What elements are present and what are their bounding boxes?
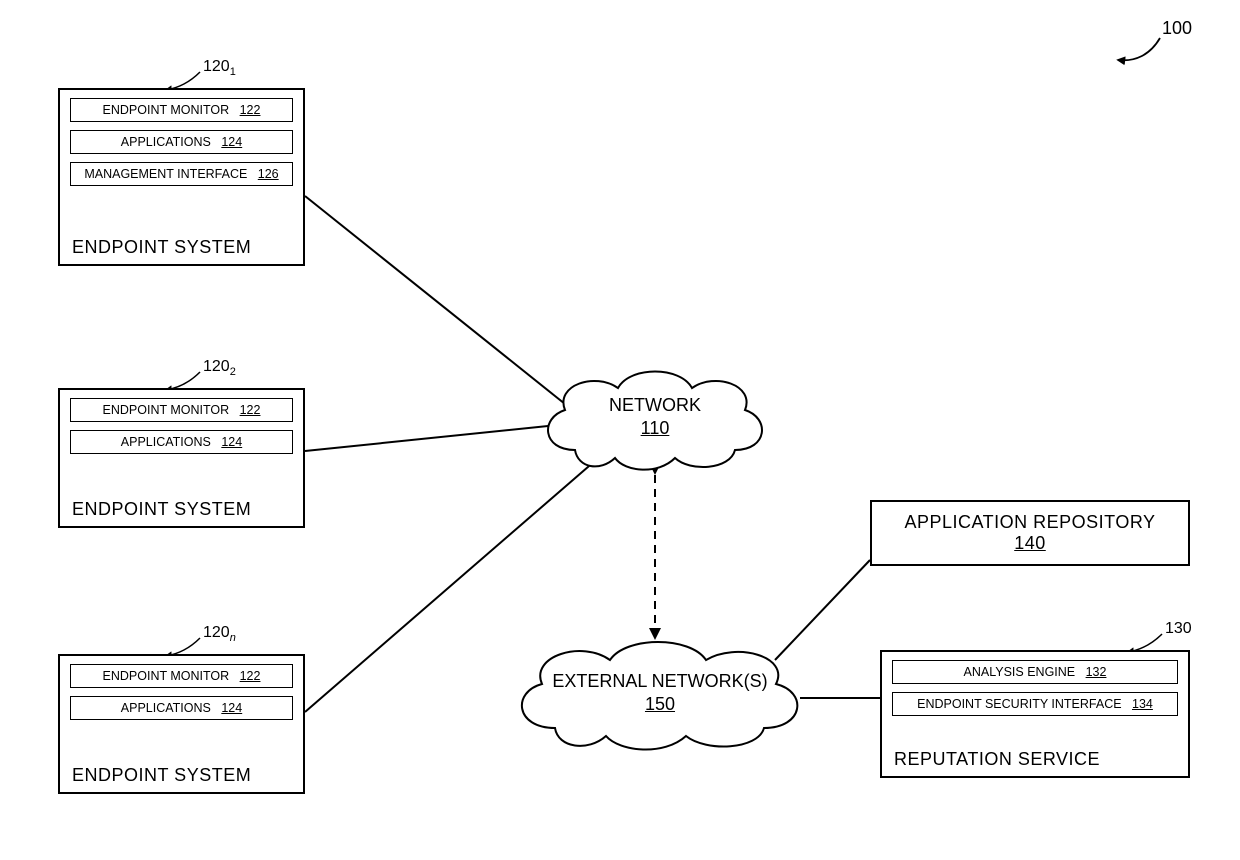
endpointN-ref-subscript: n [230, 632, 236, 644]
reputation-reference-leader: 130 [1165, 620, 1192, 638]
reputation-title: REPUTATION SERVICE [894, 749, 1100, 770]
endpointN-ref-number: 120 [203, 624, 230, 641]
endpoint1-apps-box: APPLICATIONS 124 [70, 130, 293, 154]
figure-reference-text: 100 [1162, 18, 1192, 38]
endpoint1-ref-number: 120 [203, 58, 230, 75]
external-label: EXTERNAL NETWORK(S) [552, 671, 767, 691]
repo-label: APPLICATION REPOSITORY [882, 512, 1178, 533]
external-label-wrap: EXTERNAL NETWORK(S) 150 [500, 670, 820, 715]
reputation-ref-number: 130 [1165, 620, 1192, 637]
endpoint1-ref-subscript: 1 [230, 66, 236, 78]
repo-ref: 140 [1014, 533, 1046, 553]
endpointN-monitor-label: ENDPOINT MONITOR [103, 669, 230, 683]
endpoint1-title: ENDPOINT SYSTEM [72, 237, 251, 258]
endpoint2-title: ENDPOINT SYSTEM [72, 499, 251, 520]
endpointN-monitor-ref: 122 [240, 669, 261, 683]
reputation-esi-box: ENDPOINT SECURITY INTERFACE 134 [892, 692, 1178, 716]
diagram-canvas: 100 1201 ENDPOINT MONITOR 122 APPLICATIO… [0, 0, 1240, 860]
endpoint1-monitor-ref: 122 [240, 103, 261, 117]
network-label: NETWORK [609, 395, 701, 415]
endpoint1-apps-ref: 124 [221, 135, 242, 149]
endpoint1-monitor-box: ENDPOINT MONITOR 122 [70, 98, 293, 122]
endpoint-system-1-box: ENDPOINT MONITOR 122 APPLICATIONS 124 MA… [58, 88, 305, 266]
endpoint1-apps-label: APPLICATIONS [121, 135, 211, 149]
endpointN-apps-box: APPLICATIONS 124 [70, 696, 293, 720]
endpoint-system-n-box: ENDPOINT MONITOR 122 APPLICATIONS 124 EN… [58, 654, 305, 794]
figure-reference-number: 100 [1162, 18, 1192, 39]
network-ref: 110 [641, 418, 670, 438]
endpoint1-mgmt-box: MANAGEMENT INTERFACE 126 [70, 162, 293, 186]
network-cloud: NETWORK 110 [530, 360, 780, 480]
endpoint2-apps-ref: 124 [221, 435, 242, 449]
endpoint1-mgmt-label: MANAGEMENT INTERFACE [84, 167, 247, 181]
reputation-service-box: ANALYSIS ENGINE 132 ENDPOINT SECURITY IN… [880, 650, 1190, 778]
endpoint2-apps-label: APPLICATIONS [121, 435, 211, 449]
reputation-esi-ref: 134 [1132, 697, 1153, 711]
endpoint2-monitor-label: ENDPOINT MONITOR [103, 403, 230, 417]
endpointN-title: ENDPOINT SYSTEM [72, 765, 251, 786]
endpointN-apps-ref: 124 [221, 701, 242, 715]
endpointN-reference-leader: 120n [203, 624, 236, 644]
reputation-analysis-box: ANALYSIS ENGINE 132 [892, 660, 1178, 684]
endpoint2-monitor-ref: 122 [240, 403, 261, 417]
external-ref: 150 [645, 694, 675, 714]
reputation-esi-label: ENDPOINT SECURITY INTERFACE [917, 697, 1121, 711]
network-label-wrap: NETWORK 110 [530, 394, 780, 439]
endpoint2-apps-box: APPLICATIONS 124 [70, 430, 293, 454]
endpoint1-monitor-label: ENDPOINT MONITOR [103, 103, 230, 117]
endpoint-system-2-box: ENDPOINT MONITOR 122 APPLICATIONS 124 EN… [58, 388, 305, 528]
endpoint2-reference-leader: 1202 [203, 358, 236, 378]
endpoint1-reference-leader: 1201 [203, 58, 236, 78]
endpoint2-ref-number: 120 [203, 358, 230, 375]
endpoint2-monitor-box: ENDPOINT MONITOR 122 [70, 398, 293, 422]
endpointN-monitor-box: ENDPOINT MONITOR 122 [70, 664, 293, 688]
endpoint1-mgmt-ref: 126 [258, 167, 279, 181]
external-network-cloud: EXTERNAL NETWORK(S) 150 [500, 630, 820, 760]
endpointN-apps-label: APPLICATIONS [121, 701, 211, 715]
endpoint2-ref-subscript: 2 [230, 366, 236, 378]
reputation-analysis-label: ANALYSIS ENGINE [964, 665, 1076, 679]
reputation-analysis-ref: 132 [1086, 665, 1107, 679]
application-repository-box: APPLICATION REPOSITORY 140 [870, 500, 1190, 566]
